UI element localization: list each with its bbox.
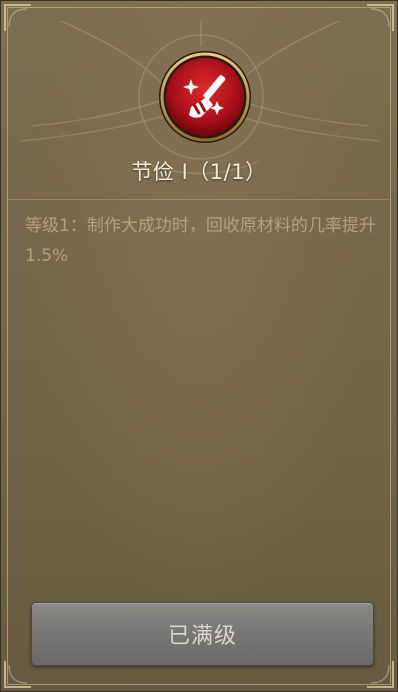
- header-divider: [9, 199, 389, 200]
- skill-description: 等级1：制作大成功时，回收原材料的几率提升1.5%: [25, 216, 376, 266]
- corner-ornament: [367, 4, 394, 31]
- skill-detail-panel: 节俭 I（1/1） 等级1：制作大成功时，回收原材料的几率提升1.5% 已满级: [0, 0, 398, 692]
- corner-ornament: [4, 661, 31, 688]
- skill-title: 节俭 I（1/1）: [131, 160, 267, 184]
- corner-ornament: [4, 4, 31, 31]
- max-level-button[interactable]: 已满级: [31, 602, 374, 666]
- broom-sparkle-icon: [159, 51, 251, 143]
